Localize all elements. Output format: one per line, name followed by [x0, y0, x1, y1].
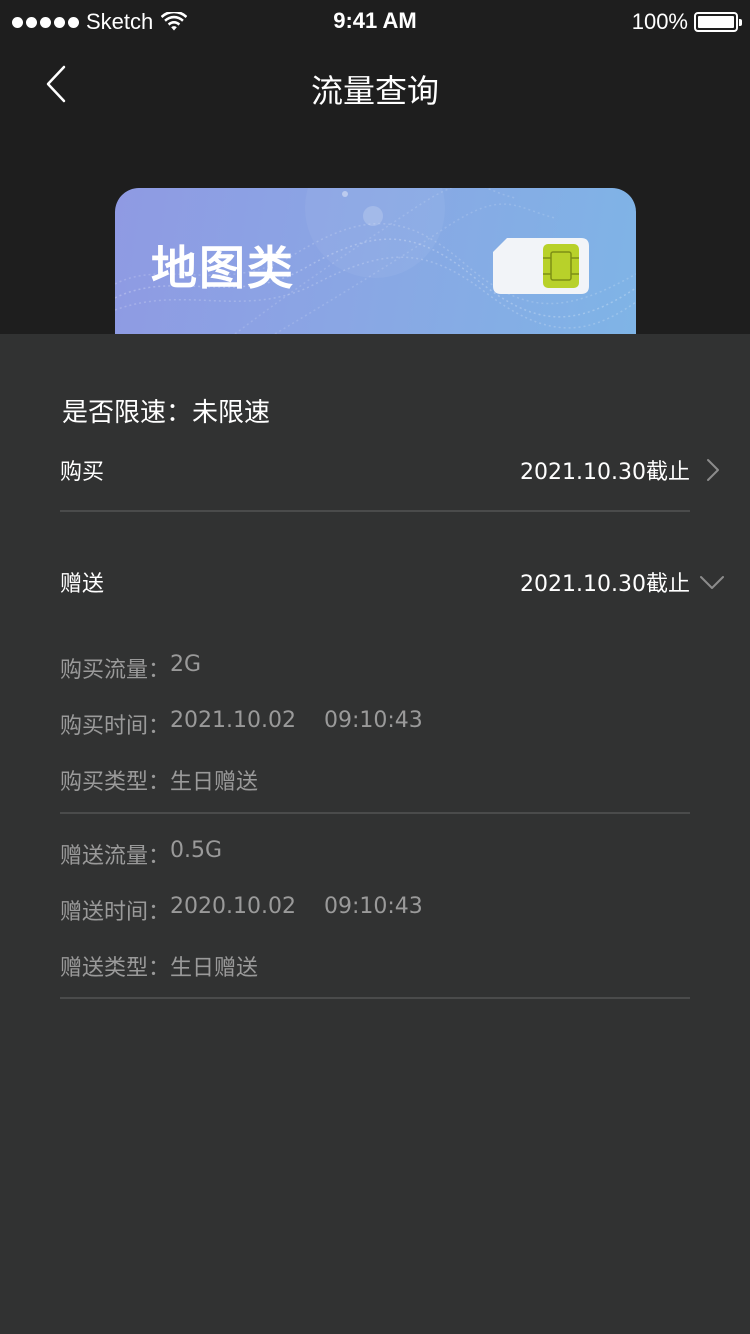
page-title: 流量查询: [310, 72, 439, 110]
detail-value: 0.5G: [170, 838, 223, 863]
detail-label: 赠送类型：: [60, 956, 171, 981]
purchase-time-row: 购买时间： 2021.10.02 09:10:43: [60, 708, 423, 740]
divider: [60, 997, 690, 999]
nav-bar: 流量查询: [0, 44, 750, 132]
detail-label: 购买流量：: [60, 658, 171, 683]
detail-value: 2020.10.02 09:10:43: [170, 894, 423, 919]
gift-type-row: 赠送类型： 生日赠送: [60, 950, 258, 982]
card-name: 地图类: [151, 241, 295, 295]
data-plan-card: 地图类: [115, 188, 636, 334]
chevron-down-icon: [700, 576, 724, 589]
purchase-expiry: 2021.10.30截止: [520, 460, 690, 485]
purchase-label: 购买: [60, 460, 105, 485]
flow-query-screen: Sketch 9:41 AM 100% 流量查询 地图类 是否限速： 未限速 购…: [0, 0, 750, 1334]
gift-label: 赠送: [60, 572, 105, 597]
sim-card-icon: [493, 238, 589, 294]
status-bar: Sketch 9:41 AM 100%: [0, 0, 750, 44]
divider: [60, 812, 690, 814]
speed-limit-value: 未限速: [192, 398, 271, 428]
detail-value: 2G: [170, 652, 202, 677]
detail-label: 购买类型：: [60, 770, 171, 795]
content-panel: 是否限速： 未限速 购买 2021.10.30截止 赠送 2021.10.30截…: [0, 334, 750, 1334]
status-right: 100%: [631, 8, 742, 36]
purchase-amount-row: 购买流量： 2G: [60, 652, 201, 684]
battery-icon: [694, 12, 742, 32]
speed-limit-row: 是否限速： 未限速: [62, 392, 270, 429]
gift-amount-row: 赠送流量： 0.5G: [60, 838, 222, 870]
divider: [60, 510, 690, 512]
detail-label: 赠送流量：: [60, 844, 171, 869]
detail-value: 2021.10.02 09:10:43: [170, 708, 423, 733]
gift-expiry: 2021.10.30截止: [520, 572, 690, 597]
gift-time-row: 赠送时间： 2020.10.02 09:10:43: [60, 894, 423, 926]
detail-label: 赠送时间：: [60, 900, 171, 925]
speed-limit-label: 是否限速：: [62, 398, 193, 428]
detail-label: 购买时间：: [60, 714, 171, 739]
gift-row[interactable]: 赠送 2021.10.30截止: [60, 562, 730, 602]
detail-value: 生日赠送: [170, 770, 259, 795]
battery-percentage: 100%: [631, 9, 688, 34]
chevron-right-icon: [707, 459, 719, 481]
detail-value: 生日赠送: [170, 956, 259, 981]
header-area: Sketch 9:41 AM 100% 流量查询 地图类: [0, 0, 750, 334]
purchase-row[interactable]: 购买 2021.10.30截止: [60, 450, 730, 490]
purchase-type-row: 购买类型： 生日赠送: [60, 764, 258, 796]
